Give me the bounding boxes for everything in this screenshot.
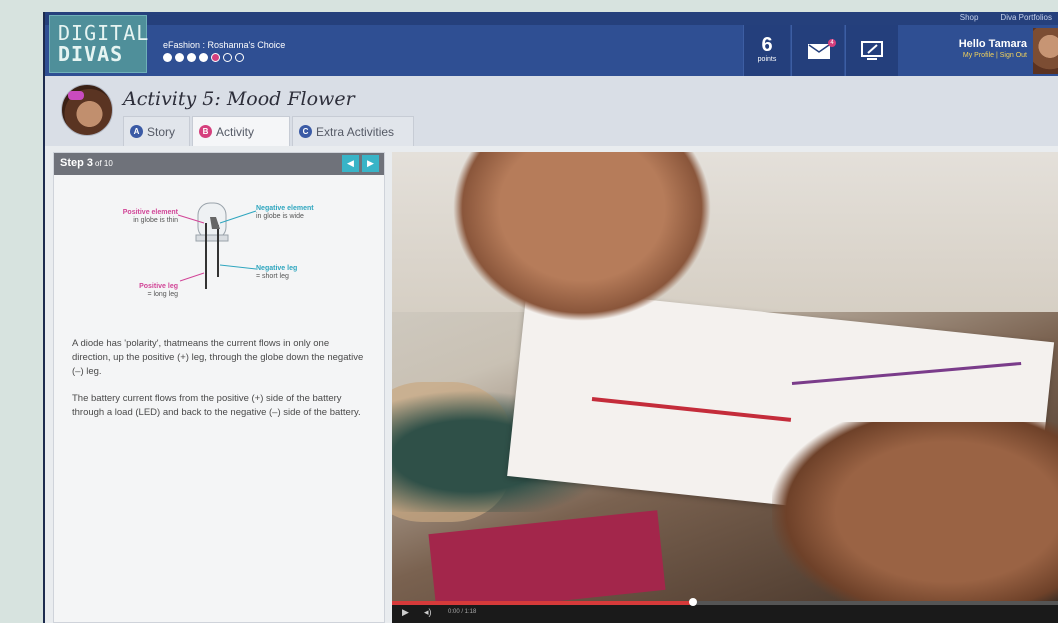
points-value: 6: [761, 34, 773, 56]
positive-element-label: Positive element: [122, 209, 178, 216]
previous-step-button[interactable]: ◀: [342, 155, 359, 172]
mail-badge: 4: [828, 39, 836, 47]
step-instructions: A diode has 'polarity', thatmeans the cu…: [72, 337, 367, 433]
top-header: Shop Diva Portfolios DIGITAL DIVAS eFash…: [45, 12, 1058, 76]
tab-extra-label: Extra Activities: [316, 124, 395, 139]
video-hand-bottom: [772, 422, 1058, 622]
activity-tabs: A Story B Activity C Extra Activities: [123, 116, 416, 146]
progress-dot: [175, 53, 184, 62]
negative-leg-label: Negative leg: [256, 265, 298, 272]
step-label: Step 3 of 10: [60, 157, 113, 169]
tab-story-label: Story: [147, 124, 176, 139]
app-window: Shop Diva Portfolios DIGITAL DIVAS eFash…: [43, 12, 1058, 623]
instruction-paragraph: A diode has 'polarity', thatmeans the cu…: [72, 338, 364, 377]
digital-divas-logo[interactable]: DIGITAL DIVAS: [49, 15, 150, 73]
tab-activity-label: Activity: [216, 124, 255, 139]
video-controls: ▶ ◂) 0:00 / 1:18: [392, 598, 1058, 623]
tab-extra-activities[interactable]: C Extra Activities: [292, 116, 415, 146]
led-diagram: Positive element in globe is thin Negati…: [116, 193, 336, 303]
progress-dot: [199, 53, 208, 62]
points-button[interactable]: 6 points: [743, 25, 790, 76]
top-links: Shop Diva Portfolios: [960, 13, 1052, 22]
screen-edit-icon: [861, 41, 883, 60]
progress-dot: [235, 53, 244, 62]
my-profile-link[interactable]: My Profile: [963, 52, 994, 59]
video-time: 0:00 / 1:18: [448, 609, 477, 615]
positive-element-sub: in globe is thin: [133, 217, 178, 224]
shop-link[interactable]: Shop: [960, 13, 979, 22]
activity-title: Activity 5: Mood Flower: [123, 88, 355, 110]
step-total: of 10: [95, 159, 113, 168]
video-red-fabric: [428, 510, 666, 614]
user-avatar[interactable]: [1033, 28, 1058, 74]
user-greeting: Hello Tamara My Profile | Sign Out: [915, 38, 1027, 59]
extra-tab-icon: C: [299, 125, 313, 138]
tab-activity[interactable]: B Activity: [192, 116, 291, 146]
video-hand-top: [452, 152, 712, 322]
video-player[interactable]: ▶ ◂) 0:00 / 1:18: [392, 152, 1058, 623]
step-number: Step 3: [60, 157, 94, 169]
progress-dot: [223, 53, 232, 62]
positive-leg-label: Positive leg: [139, 283, 178, 290]
progress-dot: [163, 53, 172, 62]
progress-dot: [211, 53, 220, 62]
sign-out-link[interactable]: Sign Out: [1000, 52, 1027, 59]
seek-progress: [392, 601, 693, 605]
top-strip: [45, 12, 1058, 25]
progress-dot: [187, 53, 196, 62]
positive-leg-sub: = long leg: [147, 291, 178, 298]
course-progress: [163, 53, 244, 62]
points-label: points: [757, 56, 777, 63]
negative-element-sub: in globe is wide: [256, 213, 304, 220]
hair-bow: [68, 91, 84, 100]
chevron-left-icon: ◀: [347, 158, 354, 168]
course-title: eFashion : Roshanna's Choice: [163, 40, 286, 50]
negative-element-label: Negative element: [256, 205, 314, 212]
chevron-right-icon: ▶: [367, 158, 374, 168]
logo-line1: DIGITAL: [58, 21, 150, 45]
seek-bar[interactable]: [392, 598, 1058, 606]
tab-story[interactable]: A Story: [123, 116, 191, 146]
logo-line2: DIVAS: [58, 42, 124, 66]
messages-button[interactable]: 4: [791, 25, 844, 76]
step-header: Step 3 of 10 ◀ ▶: [54, 153, 384, 175]
play-icon[interactable]: ▶: [402, 607, 409, 618]
step-panel: Step 3 of 10 ◀ ▶ Positive element in glo…: [53, 152, 385, 623]
story-tab-icon: A: [130, 125, 143, 138]
diva-portfolios-link[interactable]: Diva Portfolios: [1000, 13, 1052, 22]
volume-icon[interactable]: ◂): [424, 607, 432, 618]
seek-handle[interactable]: [688, 598, 697, 606]
negative-leg-sub: = short leg: [256, 273, 289, 280]
next-step-button[interactable]: ▶: [362, 155, 379, 172]
instruction-paragraph: The battery current flows from the posit…: [72, 393, 361, 418]
portfolio-screen-button[interactable]: [845, 25, 898, 76]
mail-icon: [808, 44, 830, 59]
activity-bar: Activity 5: Mood Flower A Story B Activi…: [45, 76, 1058, 146]
greeting-text: Hello Tamara: [958, 38, 1027, 50]
activity-tab-icon: B: [199, 125, 213, 138]
character-avatar: [61, 84, 113, 136]
